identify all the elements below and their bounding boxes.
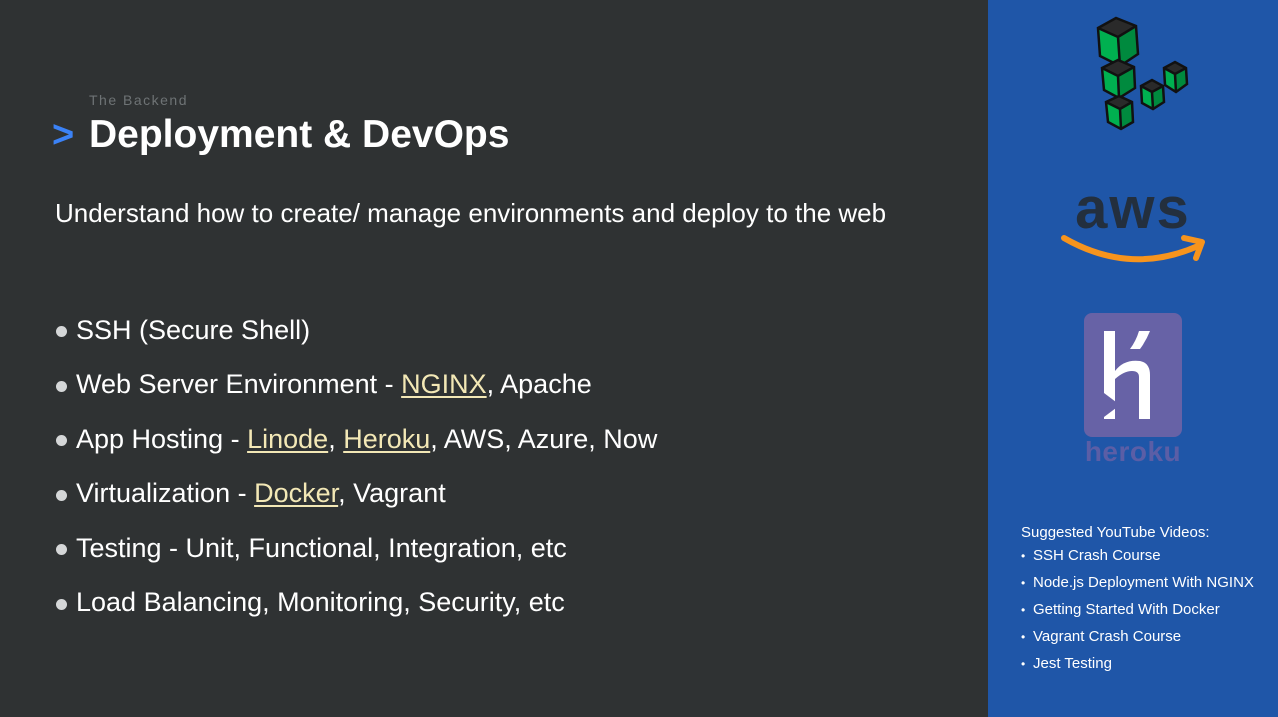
heroku-logo-text: heroku	[1084, 436, 1182, 467]
section-eyebrow: The Backend	[89, 92, 188, 108]
slide-title: Deployment & DevOps	[89, 113, 510, 156]
sidebar: aws heroku Suggested YouTube Videos: SSH…	[988, 0, 1278, 717]
title-row: > Deployment & DevOps	[52, 112, 509, 158]
bullet-text-segment: Virtualization -	[76, 478, 255, 509]
bullet-text-segment: App Hosting -	[76, 423, 248, 454]
bullet-dot-icon	[56, 435, 67, 447]
bullet-text: Virtualization - Docker, Vagrant	[76, 478, 446, 509]
bullet-item: Load Balancing, Monitoring, Security, et…	[56, 576, 657, 631]
bullet-dot-icon	[56, 380, 67, 392]
bullet-text-segment: , Apache	[486, 369, 592, 400]
bullet-dot-icon	[56, 326, 67, 338]
link-nginx[interactable]: NGINX	[401, 369, 487, 399]
bullet-text: App Hosting - Linode, Heroku, AWS, Azure…	[76, 424, 657, 455]
bullet-list: SSH (Secure Shell) Web Server Environment…	[56, 303, 657, 630]
suggested-videos-heading: Suggested YouTube Videos:	[1021, 524, 1210, 541]
slide-main: The Backend > Deployment & DevOps Unders…	[0, 0, 988, 717]
video-list-item[interactable]: Vagrant Crash Course	[1021, 626, 1271, 648]
aws-logo-text: aws	[1075, 176, 1191, 241]
bullet-text: Web Server Environment - NGINX, Apache	[76, 369, 592, 400]
link-docker[interactable]: Docker	[254, 478, 338, 508]
heroku-logo-icon	[1084, 313, 1182, 437]
slide-subtitle: Understand how to create/ manage environ…	[55, 198, 887, 228]
bullet-text-segment: , Vagrant	[338, 478, 446, 509]
video-list-item[interactable]: Getting Started With Docker	[1021, 599, 1271, 621]
bullet-text: Load Balancing, Monitoring, Security, et…	[76, 587, 565, 618]
bullet-text-segment: SSH (Secure Shell)	[76, 314, 311, 345]
video-list-item[interactable]: SSH Crash Course	[1021, 545, 1271, 567]
bullet-text-segment: Load Balancing, Monitoring, Security, et…	[76, 587, 565, 618]
bullet-dot-icon	[56, 544, 67, 556]
bullet-text-segment: ,	[328, 423, 344, 454]
bullet-text-segment: , AWS, Azure, Now	[430, 423, 658, 454]
link-heroku[interactable]: Heroku	[343, 424, 430, 454]
bullet-item: Testing - Unit, Functional, Integration,…	[56, 521, 657, 576]
bullet-text-segment: Testing - Unit, Functional, Integration,…	[76, 532, 567, 563]
bullet-item: SSH (Secure Shell)	[56, 303, 657, 358]
bullet-text: SSH (Secure Shell)	[76, 315, 310, 346]
bullet-item: App Hosting - Linode, Heroku, AWS, Azure…	[56, 412, 657, 467]
bullet-text-segment: Web Server Environment -	[76, 369, 402, 400]
video-list: SSH Crash Course Node.js Deployment With …	[1021, 545, 1271, 675]
suggested-videos: Suggested YouTube Videos: SSH Crash Cour…	[1021, 524, 1271, 680]
bullet-dot-icon	[56, 598, 67, 610]
slide: The Backend > Deployment & DevOps Unders…	[0, 0, 1278, 717]
aws-logo-icon: aws	[1061, 176, 1205, 263]
video-list-item[interactable]: Node.js Deployment With NGINX	[1021, 572, 1271, 594]
bullet-item: Web Server Environment - NGINX, Apache	[56, 358, 657, 413]
video-list-item[interactable]: Jest Testing	[1021, 653, 1271, 675]
linode-logo-icon	[1096, 16, 1189, 131]
bullet-text: Testing - Unit, Functional, Integration,…	[76, 533, 567, 564]
bullet-dot-icon	[56, 489, 67, 501]
link-linode[interactable]: Linode	[247, 424, 328, 454]
bullet-item: Virtualization - Docker, Vagrant	[56, 467, 657, 522]
chevron-right-icon: >	[52, 114, 75, 156]
